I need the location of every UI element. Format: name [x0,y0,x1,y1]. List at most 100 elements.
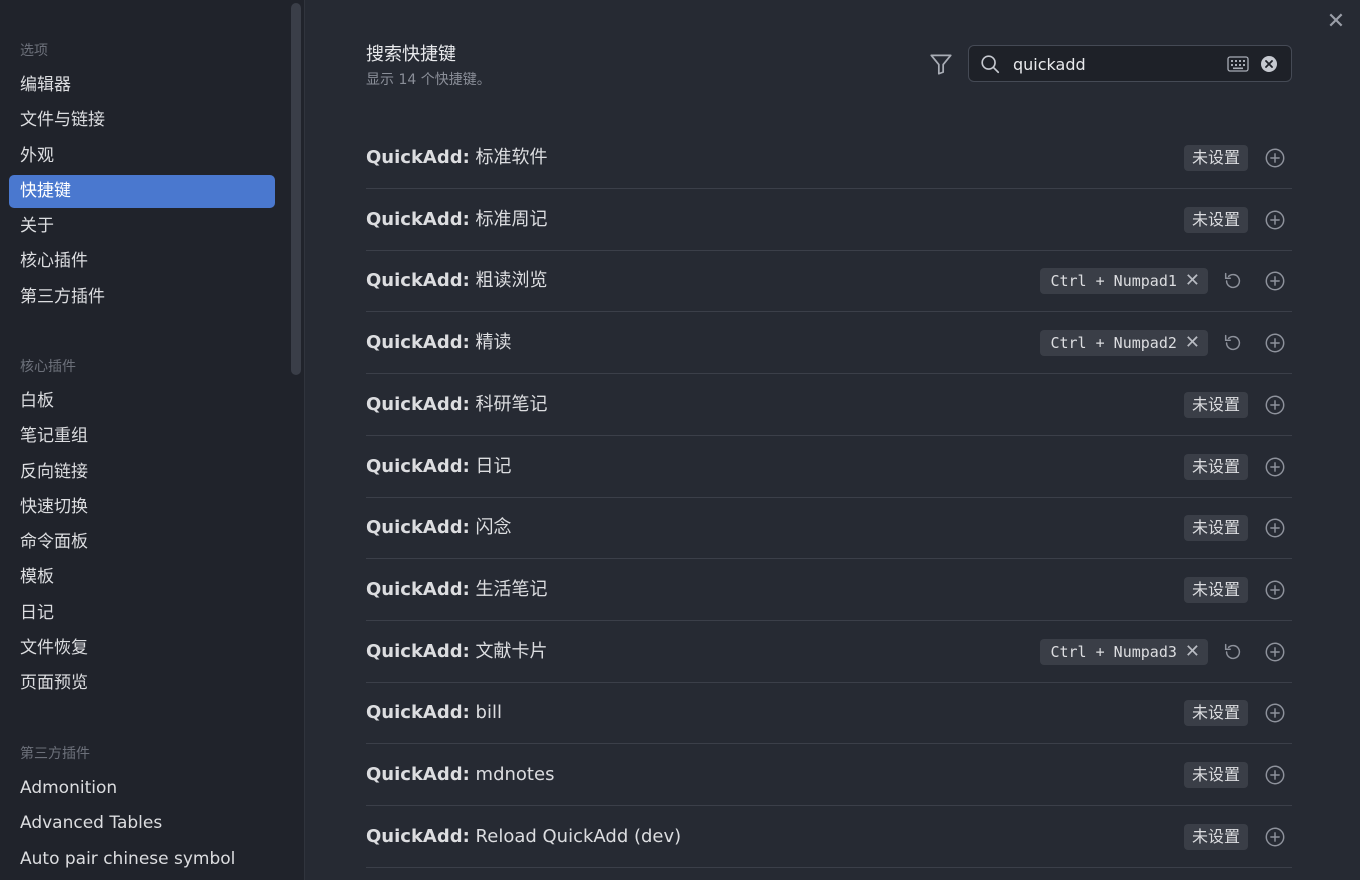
hotkey-controls: 未设置 [1183,128,1292,188]
add-icon[interactable] [1264,394,1286,416]
hotkey-plugin-prefix: QuickAdd: [366,578,470,600]
unset-badge: 未设置 [1183,453,1248,480]
hotkey-command-name: QuickAdd: 精读 [366,313,512,373]
hotkey-row: QuickAdd: 精读 Ctrl + Numpad2 ✕ [366,313,1292,375]
hotkey-command-name: QuickAdd: bill [366,683,502,743]
hotkey-controls: 未设置 [1183,560,1292,620]
hotkey-plugin-prefix: QuickAdd: [366,764,470,785]
reset-icon[interactable] [1222,332,1244,354]
hotkey-row: QuickAdd: 科研笔记 未设置 [366,375,1292,436]
hotkey-plugin-prefix: QuickAdd: [366,455,470,477]
sidebar-item[interactable]: 核心插件 [9,245,275,278]
search-icon [981,55,1000,74]
hotkey-controls: 未设置 [1183,745,1292,805]
add-icon[interactable] [1264,332,1286,354]
add-icon[interactable] [1264,517,1286,539]
add-icon[interactable] [1264,456,1286,478]
add-icon[interactable] [1264,209,1286,231]
hotkey-plugin-prefix: QuickAdd: [366,825,470,847]
hotkey-plugin-prefix: QuickAdd: [366,270,470,292]
hotkey-command-name: QuickAdd: 文献卡片 [366,622,548,682]
add-icon[interactable] [1264,702,1286,724]
remove-hotkey-icon[interactable]: ✕ [1185,639,1200,665]
unset-badge: 未设置 [1183,391,1248,418]
hotkey-controls: 未设置 [1183,190,1292,250]
keyboard-icon[interactable] [1227,55,1249,73]
hotkey-controls: 未设置 [1183,683,1292,743]
sidebar-item[interactable]: 文件恢复 [9,632,275,665]
hotkey-command-label: 标准软件 [469,147,548,168]
hotkey-command-name: QuickAdd: Reload QuickAdd (dev) [366,807,681,867]
hotkey-binding-text: Ctrl + Numpad3 [1050,642,1177,661]
sidebar-item[interactable]: 文件与链接 [9,104,275,137]
search-box[interactable] [968,45,1292,82]
sidebar-item[interactable]: 外观 [9,140,275,173]
remove-hotkey-icon[interactable]: ✕ [1185,330,1200,356]
sidebar-item[interactable]: Auto pair chinese symbol [9,843,275,876]
hotkey-command-label: Reload QuickAdd (dev) [469,825,682,847]
reset-icon[interactable] [1222,270,1244,292]
hotkey-controls: 未设置 [1183,437,1292,497]
hotkey-row: QuickAdd: 标准周记 未设置 [366,190,1292,251]
hotkey-controls: Ctrl + Numpad1 ✕ [1040,251,1292,311]
hotkey-command-name: QuickAdd: 科研笔记 [366,375,548,435]
settings-sidebar: 选项 编辑器 文件与链接 外观 快捷键 关于 核心插件 第三方插件 核心插件 白板 笔记重组 反向链接… [0,0,305,880]
sidebar-scrollbar[interactable] [291,3,301,375]
add-icon[interactable] [1264,826,1286,848]
sidebar-item[interactable]: Advanced Tables [9,807,275,840]
hotkey-plugin-prefix: QuickAdd: [366,208,470,230]
hotkey-row: QuickAdd: mdnotes 未设置 [366,745,1292,806]
unset-badge: 未设置 [1183,823,1248,850]
hotkey-command-name: QuickAdd: mdnotes [366,745,554,805]
hotkey-controls: 未设置 [1183,498,1292,558]
search-input[interactable] [1013,52,1183,76]
hotkey-row: QuickAdd: Reload QuickAdd (dev) 未设置 [366,807,1292,868]
hotkey-command-label: 日记 [469,455,512,477]
close-icon[interactable]: ✕ [1327,9,1345,34]
add-icon[interactable] [1264,579,1286,601]
sidebar-item[interactable]: 日记 [9,597,275,630]
hotkey-command-label: 精读 [469,332,512,354]
remove-hotkey-icon[interactable]: ✕ [1185,268,1200,294]
sidebar-item[interactable]: Admonition [9,772,275,805]
hotkey-controls: Ctrl + Numpad3 ✕ [1040,622,1292,682]
add-icon[interactable] [1264,764,1286,786]
hotkey-command-label: mdnotes [469,764,555,785]
sidebar-group-title: 选项 [20,43,48,59]
sidebar-item[interactable]: 页面预览 [9,667,275,700]
add-icon[interactable] [1264,270,1286,292]
sidebar-item[interactable]: 快速切换 [9,491,275,524]
hotkey-plugin-prefix: QuickAdd: [366,147,470,168]
hotkey-binding: Ctrl + Numpad1 ✕ [1040,268,1208,295]
add-icon[interactable] [1264,147,1286,169]
page-title: 搜索快捷键 [366,44,456,65]
hotkey-command-name: QuickAdd: 闪念 [366,498,512,558]
hotkey-controls: Ctrl + Numpad2 ✕ [1040,313,1292,373]
sidebar-item[interactable]: 反向链接 [9,456,275,489]
sidebar-group-title: 核心插件 [20,359,76,375]
sidebar-item[interactable]: 关于 [9,210,275,243]
hotkey-command-name: QuickAdd: 标准周记 [366,190,548,250]
sidebar-item[interactable]: 编辑器 [9,69,275,102]
hotkey-command-name: QuickAdd: 日记 [366,437,512,497]
hotkey-command-name: QuickAdd: 标准软件 [366,128,548,188]
hotkey-row: QuickAdd: 日记 未设置 [366,437,1292,498]
sidebar-item[interactable]: 命令面板 [9,526,275,559]
close-button[interactable]: ✕ [1324,10,1348,34]
sidebar-item[interactable]: 笔记重组 [9,420,275,453]
clear-icon[interactable] [1260,55,1278,73]
hotkey-plugin-prefix: QuickAdd: [366,393,470,415]
filter-icon[interactable] [928,51,954,77]
sidebar-group-title: 第三方插件 [20,746,90,762]
add-icon[interactable] [1264,641,1286,663]
hotkey-command-name: QuickAdd: 生活笔记 [366,560,548,620]
sidebar-item[interactable]: 第三方插件 [9,281,275,314]
unset-badge: 未设置 [1183,576,1248,603]
hotkey-row: QuickAdd: 标准软件 未设置 [366,128,1292,189]
sidebar-item[interactable]: 模板 [9,561,275,594]
hotkey-controls: 未设置 [1183,375,1292,435]
sidebar-item[interactable]: 快捷键 [9,174,275,208]
reset-icon[interactable] [1222,641,1244,663]
sidebar-item[interactable]: 白板 [9,385,275,418]
hotkey-row: QuickAdd: 生活笔记 未设置 [366,560,1292,621]
